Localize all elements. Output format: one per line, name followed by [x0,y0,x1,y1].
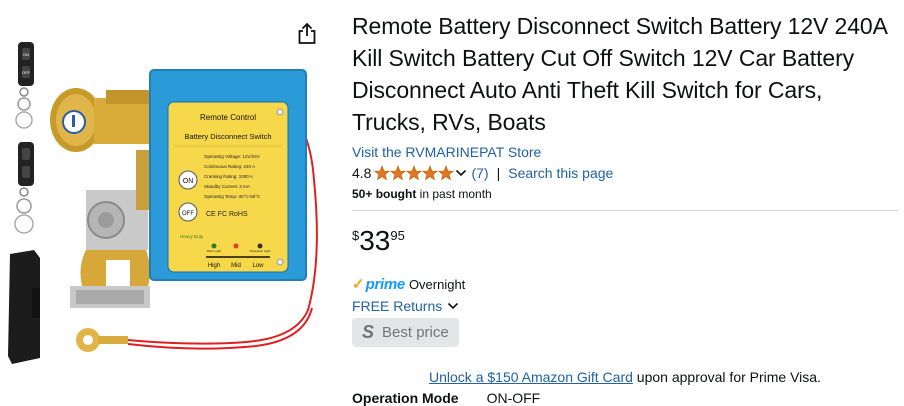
panel-spec-4: Standby Current: 3 mA [204,184,250,189]
main-product-image[interactable]: Remote Control Battery Disconnect Switch… [46,60,326,360]
panel-off-label: OFF [182,211,194,217]
panel-spec-5: Operating Temp:-30°C-80°C [204,194,261,199]
panel-spec-1: Operating Voltage: 12V/24V [204,154,260,159]
review-count-link[interactable]: (7) [471,165,488,181]
panel-low: Low [252,263,264,269]
share-icon[interactable] [296,22,318,46]
best-price-label: Best price [382,324,449,341]
star-rating[interactable] [374,165,455,181]
star-icon [374,165,391,181]
rating-row: 4.8 (7) | Search this page [352,163,898,183]
panel-header-1: Remote Control [200,113,256,122]
panel-high: High [208,263,220,269]
bought-rest: in past month [416,187,492,201]
gift-card-promo: Unlock a $150 Amazon Gift Card upon appr… [352,369,898,385]
thumbnail-remote-2[interactable] [4,140,44,240]
prime-logo[interactable]: prime [366,276,406,293]
prime-speed: Overnight [408,276,466,292]
free-returns-link[interactable]: FREE Returns [352,298,898,314]
spec-label: Operation Mode [352,390,459,406]
chevron-down-icon [447,298,459,314]
panel-protection-light: Protection Light [250,249,271,253]
free-returns-label: FREE Returns [352,298,443,314]
bought-bold: 50+ bought [352,187,417,201]
price-symbol: $ [352,228,360,243]
panel-work-light: Work Light [207,249,221,253]
store-link[interactable]: Visit the RVMARINEPAT Store [352,144,898,160]
spec-operation-mode: Operation Mode ON-OFF [352,390,540,406]
gift-card-rest: upon approval for Prime Visa. [632,369,821,385]
rating-value: 4.8 [352,165,372,181]
panel-on-label: ON [183,178,194,185]
prime-check-icon: ✓ [352,276,365,293]
star-icon [406,165,423,181]
best-price-badge: S Best price [352,318,459,347]
panel-cert: CE FC RoHS [206,211,248,218]
product-title: Remote Battery Disconnect Switch Battery… [352,13,887,135]
star-icon [390,165,407,181]
price: $ 33 95 [352,225,898,261]
thumbnail-strip: ON OFF [4,40,44,374]
product-info: Remote Battery Disconnect Switch Battery… [352,10,898,385]
star-icon [422,165,439,181]
remote-off-text: OFF [22,70,31,75]
divider [352,210,898,211]
remote-on-text: ON [23,52,29,57]
best-price-icon: S [362,322,375,342]
panel-spec-2: Continuous Rating: 240 A [204,164,255,169]
bought-count: 50+ bought in past month [352,187,898,201]
thumbnail-remote-1[interactable]: ON OFF [4,40,44,132]
price-whole: 33 [359,225,391,256]
thumbnail-cover[interactable] [4,248,44,366]
gift-card-link[interactable]: Unlock a $150 Amazon Gift Card [429,369,633,385]
price-fraction: 95 [390,228,405,243]
panel-heavy-duty: Heavy Duty [180,234,204,239]
panel-spec-3: Cranking Rating: 1000 A [204,174,253,179]
prime-delivery: ✓ prime Overnight [352,275,898,294]
star-icon [438,165,455,181]
search-page-link[interactable]: Search this page [508,165,613,181]
spec-value: ON-OFF [486,390,541,406]
separator: | [496,165,501,181]
chevron-down-icon[interactable] [455,165,467,181]
panel-mid: Mid [231,263,241,269]
panel-header-2: Battery Disconnect Switch [184,132,271,141]
